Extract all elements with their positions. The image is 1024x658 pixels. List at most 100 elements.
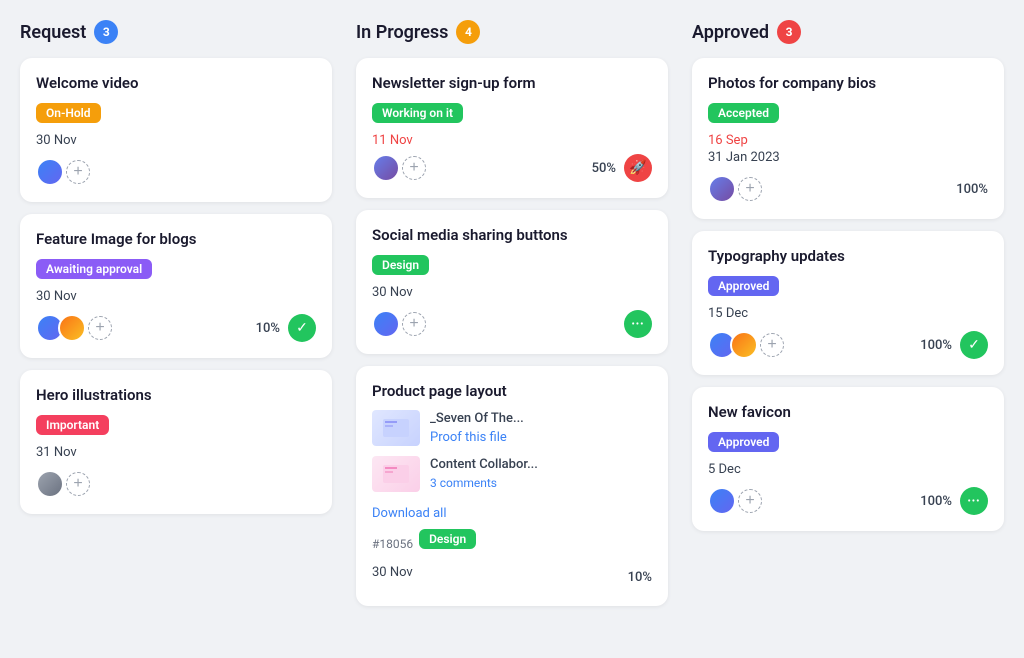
tag-working: Working on it xyxy=(372,103,463,123)
check-icon: ✓ xyxy=(960,331,988,359)
card-footer-typography: + 100% ✓ xyxy=(708,331,988,359)
badge-approved: 3 xyxy=(777,20,801,44)
avatar xyxy=(708,175,736,203)
add-assignee-button[interactable]: + xyxy=(88,316,112,340)
avatars-favicon: + xyxy=(708,487,762,515)
file-info-1: _Seven Of The... Proof this file xyxy=(430,411,652,445)
percent-favicon: 100% xyxy=(920,494,952,509)
dots-icon: ••• xyxy=(624,310,652,338)
percent-product-page: 10% xyxy=(628,570,652,585)
card-footer-social-media: + ••• xyxy=(372,310,652,338)
column-header-approved: Approved 3 xyxy=(692,20,1004,44)
card-title-hero-illustrations: Hero illustrations xyxy=(36,386,316,404)
column-title-request: Request xyxy=(20,22,86,43)
rocket-icon: 🚀 xyxy=(624,154,652,182)
percent-feature-image: 10% xyxy=(256,321,280,336)
tag-design-product: Design xyxy=(419,529,476,549)
column-title-approved: Approved xyxy=(692,22,769,43)
card-hero-illustrations: Hero illustrations Important 31 Nov + xyxy=(20,370,332,514)
card-title-feature-image: Feature Image for blogs xyxy=(36,230,316,248)
card-date-hero-illustrations: 31 Nov xyxy=(36,445,316,460)
add-assignee-button[interactable]: + xyxy=(760,333,784,357)
card-date-feature-image: 30 Nov xyxy=(36,289,316,304)
card-id: #18056 xyxy=(372,537,413,551)
card-footer-newsletter: + 50% 🚀 xyxy=(372,154,652,182)
add-assignee-button[interactable]: + xyxy=(402,312,426,336)
card-footer-photos-bios: + 100% xyxy=(708,175,988,203)
badge-request: 3 xyxy=(94,20,118,44)
add-assignee-button[interactable]: + xyxy=(402,156,426,180)
card-meta-row: #18056 Design xyxy=(372,529,652,559)
avatar xyxy=(730,331,758,359)
card-date-product-page: 30 Nov xyxy=(372,565,413,580)
card-feature-image: Feature Image for blogs Awaiting approva… xyxy=(20,214,332,358)
card-welcome-video: Welcome video On-Hold 30 Nov + xyxy=(20,58,332,202)
card-date-photos: 31 Jan 2023 xyxy=(708,150,988,165)
download-all-link[interactable]: Download all xyxy=(372,506,447,521)
card-footer-hero-illustrations: + xyxy=(36,470,316,498)
dots-icon: ••• xyxy=(960,487,988,515)
card-date-favicon: 5 Dec xyxy=(708,462,988,477)
avatars-feature-image: + xyxy=(36,314,112,342)
add-assignee-button[interactable]: + xyxy=(66,472,90,496)
add-assignee-button[interactable]: + xyxy=(738,489,762,513)
avatar xyxy=(36,158,64,186)
column-approved: Approved 3 Photos for company bios Accep… xyxy=(692,20,1004,618)
card-date-typography: 15 Dec xyxy=(708,306,988,321)
kanban-board: Request 3 Welcome video On-Hold 30 Nov +… xyxy=(20,20,1004,618)
avatar xyxy=(708,487,736,515)
column-in-progress: In Progress 4 Newsletter sign-up form Wo… xyxy=(356,20,668,618)
avatar xyxy=(36,470,64,498)
file-row-2: Content Collabor... 3 comments xyxy=(372,456,652,492)
tag-approved-typography: Approved xyxy=(708,276,779,296)
add-assignee-button[interactable]: + xyxy=(738,177,762,201)
card-date-red-photos: 16 Sep xyxy=(708,133,988,148)
avatars-hero-illustrations: + xyxy=(36,470,90,498)
tag-onhold: On-Hold xyxy=(36,103,101,123)
file-thumb-1 xyxy=(372,410,420,446)
avatar xyxy=(58,314,86,342)
card-photos-bios: Photos for company bios Accepted 16 Sep … xyxy=(692,58,1004,219)
card-date-red-newsletter: 11 Nov xyxy=(372,133,652,148)
column-header-in-progress: In Progress 4 xyxy=(356,20,668,44)
tag-design: Design xyxy=(372,255,429,275)
card-title-favicon: New favicon xyxy=(708,403,988,421)
card-date-social-media: 30 Nov xyxy=(372,285,652,300)
avatars-photos-bios: + xyxy=(708,175,762,203)
card-title-welcome-video: Welcome video xyxy=(36,74,316,92)
card-newsletter: Newsletter sign-up form Working on it 11… xyxy=(356,58,668,198)
percent-typography: 100% xyxy=(920,338,952,353)
file-thumb-2 xyxy=(372,456,420,492)
add-assignee-button[interactable]: + xyxy=(66,160,90,184)
card-title-product-page: Product page layout xyxy=(372,382,652,400)
card-footer-product-page: 30 Nov 10% xyxy=(372,565,652,590)
proof-this-file-link[interactable]: Proof this file xyxy=(430,430,507,445)
card-social-media: Social media sharing buttons Design 30 N… xyxy=(356,210,668,354)
avatars-typography: + xyxy=(708,331,784,359)
card-title-social-media: Social media sharing buttons xyxy=(372,226,652,244)
file-name-1: _Seven Of The... xyxy=(430,411,652,426)
column-header-request: Request 3 xyxy=(20,20,332,44)
card-product-page: Product page layout _Seven Of The... Pro… xyxy=(356,366,668,606)
card-title-newsletter: Newsletter sign-up form xyxy=(372,74,652,92)
tag-approved-favicon: Approved xyxy=(708,432,779,452)
tag-accepted: Accepted xyxy=(708,103,779,123)
percent-photos-bios: 100% xyxy=(956,182,988,197)
avatars-welcome-video: + xyxy=(36,158,90,186)
file-name-2: Content Collabor... xyxy=(430,457,652,472)
file-row-1: _Seven Of The... Proof this file xyxy=(372,410,652,446)
avatar xyxy=(372,154,400,182)
tag-awaiting: Awaiting approval xyxy=(36,259,152,279)
column-title-in-progress: In Progress xyxy=(356,22,448,43)
percent-newsletter: 50% xyxy=(592,161,616,176)
check-icon: ✓ xyxy=(288,314,316,342)
avatars-newsletter: + xyxy=(372,154,426,182)
comments-link[interactable]: 3 comments xyxy=(430,476,497,490)
card-title-typography: Typography updates xyxy=(708,247,988,265)
card-typography: Typography updates Approved 15 Dec + 100… xyxy=(692,231,1004,375)
card-title-photos-bios: Photos for company bios xyxy=(708,74,988,92)
avatars-social-media: + xyxy=(372,310,426,338)
card-footer-welcome-video: + xyxy=(36,158,316,186)
column-request: Request 3 Welcome video On-Hold 30 Nov +… xyxy=(20,20,332,618)
card-footer-favicon: + 100% ••• xyxy=(708,487,988,515)
